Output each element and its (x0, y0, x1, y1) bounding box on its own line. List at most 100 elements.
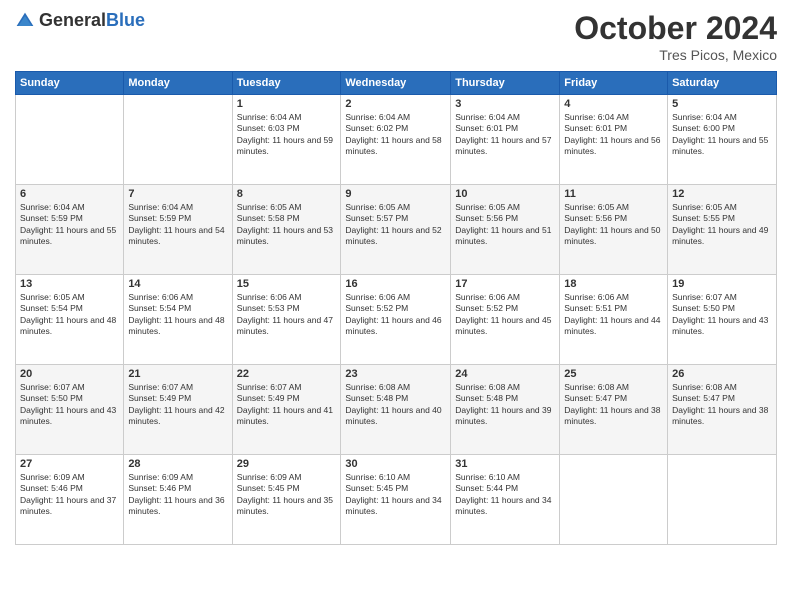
table-row: 21 Sunrise: 6:07 AM Sunset: 5:49 PM Dayli… (124, 365, 232, 455)
table-row: 25Sunrise: 6:08 AM Sunset: 5:47 PM Dayli… (560, 365, 668, 455)
table-row: 16 Sunrise: 6:06 AM Sunset: 5:52 PM Dayli… (341, 275, 451, 365)
day-info: Sunrise: 6:04 AM Sunset: 5:59 PM Dayligh… (20, 202, 119, 248)
day-info: Sunrise: 6:04 AM Sunset: 6:01 PM Dayligh… (455, 112, 555, 158)
table-row: 12 Sunrise: 6:05 AM Sunset: 5:55 PM Dayli… (668, 185, 777, 275)
day-number: 1 (237, 98, 337, 110)
day-info: Sunrise: 6:07 AM Sunset: 5:49 PM Dayligh… (237, 382, 337, 428)
table-row: 4 Sunrise: 6:04 AM Sunset: 6:01 PM Daylig… (560, 95, 668, 185)
day-number: 24 (455, 368, 555, 380)
day-number: 22 (237, 368, 337, 380)
day-info: Sunrise: 6:07 AM Sunset: 5:49 PM Dayligh… (128, 382, 227, 428)
calendar-header-row: Sunday Monday Tuesday Wednesday Thursday… (16, 72, 777, 95)
col-friday: Friday (560, 72, 668, 95)
day-number: 27 (20, 458, 119, 470)
day-number: 8 (237, 188, 337, 200)
table-row: 1Sunrise: 6:04 AM Sunset: 6:03 PM Daylig… (232, 95, 341, 185)
table-row: 18 Sunrise: 6:06 AM Sunset: 5:51 PM Dayli… (560, 275, 668, 365)
day-info: Sunrise: 6:08 AM Sunset: 5:48 PM Dayligh… (345, 382, 446, 428)
calendar-week-row: 1Sunrise: 6:04 AM Sunset: 6:03 PM Daylig… (16, 95, 777, 185)
table-row: 2 Sunrise: 6:04 AM Sunset: 6:02 PM Daylig… (341, 95, 451, 185)
day-number: 4 (564, 98, 663, 110)
day-info: Sunrise: 6:05 AM Sunset: 5:56 PM Dayligh… (455, 202, 555, 248)
day-number: 13 (20, 278, 119, 290)
table-row: 8 Sunrise: 6:05 AM Sunset: 5:58 PM Daylig… (232, 185, 341, 275)
day-number: 30 (345, 458, 446, 470)
table-row: 13 Sunrise: 6:05 AM Sunset: 5:54 PM Dayli… (16, 275, 124, 365)
logo: GeneralBlue (15, 10, 145, 31)
col-thursday: Thursday (451, 72, 560, 95)
day-number: 5 (672, 98, 772, 110)
day-info: Sunrise: 6:08 AM Sunset: 5:48 PM Dayligh… (455, 382, 555, 428)
col-sunday: Sunday (16, 72, 124, 95)
calendar-week-row: 6Sunrise: 6:04 AM Sunset: 5:59 PM Daylig… (16, 185, 777, 275)
day-info: Sunrise: 6:04 AM Sunset: 6:01 PM Dayligh… (564, 112, 663, 158)
location: Tres Picos, Mexico (574, 47, 777, 63)
title-block: October 2024 Tres Picos, Mexico (574, 10, 777, 63)
day-number: 12 (672, 188, 772, 200)
table-row: 17 Sunrise: 6:06 AM Sunset: 5:52 PM Dayli… (451, 275, 560, 365)
calendar-week-row: 27 Sunrise: 6:09 AM Sunset: 5:46 PM Dayli… (16, 455, 777, 545)
day-info: Sunrise: 6:05 AM Sunset: 5:56 PM Dayligh… (564, 202, 663, 248)
table-row: 9Sunrise: 6:05 AM Sunset: 5:57 PM Daylig… (341, 185, 451, 275)
day-number: 10 (455, 188, 555, 200)
table-row: 20Sunrise: 6:07 AM Sunset: 5:50 PM Dayli… (16, 365, 124, 455)
day-number: 28 (128, 458, 227, 470)
month-title: October 2024 (574, 10, 777, 47)
table-row (560, 455, 668, 545)
page-container: GeneralBlue October 2024 Tres Picos, Mex… (0, 0, 792, 612)
day-info: Sunrise: 6:07 AM Sunset: 5:50 PM Dayligh… (672, 292, 772, 338)
day-info: Sunrise: 6:06 AM Sunset: 5:51 PM Dayligh… (564, 292, 663, 338)
header: GeneralBlue October 2024 Tres Picos, Mex… (15, 10, 777, 63)
day-number: 17 (455, 278, 555, 290)
day-info: Sunrise: 6:05 AM Sunset: 5:58 PM Dayligh… (237, 202, 337, 248)
logo-icon (15, 11, 35, 31)
table-row: 19 Sunrise: 6:07 AM Sunset: 5:50 PM Dayli… (668, 275, 777, 365)
day-info: Sunrise: 6:05 AM Sunset: 5:57 PM Dayligh… (345, 202, 446, 248)
table-row: 22 Sunrise: 6:07 AM Sunset: 5:49 PM Dayli… (232, 365, 341, 455)
col-wednesday: Wednesday (341, 72, 451, 95)
table-row: 24 Sunrise: 6:08 AM Sunset: 5:48 PM Dayli… (451, 365, 560, 455)
day-number: 3 (455, 98, 555, 110)
day-info: Sunrise: 6:04 AM Sunset: 6:02 PM Dayligh… (345, 112, 446, 158)
day-info: Sunrise: 6:05 AM Sunset: 5:54 PM Dayligh… (20, 292, 119, 338)
day-info: Sunrise: 6:08 AM Sunset: 5:47 PM Dayligh… (672, 382, 772, 428)
day-number: 16 (345, 278, 446, 290)
table-row (124, 95, 232, 185)
col-monday: Monday (124, 72, 232, 95)
logo-text: GeneralBlue (39, 10, 145, 31)
day-info: Sunrise: 6:06 AM Sunset: 5:54 PM Dayligh… (128, 292, 227, 338)
table-row: 23 Sunrise: 6:08 AM Sunset: 5:48 PM Dayli… (341, 365, 451, 455)
day-info: Sunrise: 6:09 AM Sunset: 5:45 PM Dayligh… (237, 472, 337, 518)
day-number: 21 (128, 368, 227, 380)
table-row: 5 Sunrise: 6:04 AM Sunset: 6:00 PM Daylig… (668, 95, 777, 185)
calendar-week-row: 20Sunrise: 6:07 AM Sunset: 5:50 PM Dayli… (16, 365, 777, 455)
day-info: Sunrise: 6:06 AM Sunset: 5:52 PM Dayligh… (345, 292, 446, 338)
day-number: 7 (128, 188, 227, 200)
table-row (668, 455, 777, 545)
day-info: Sunrise: 6:09 AM Sunset: 5:46 PM Dayligh… (128, 472, 227, 518)
day-info: Sunrise: 6:05 AM Sunset: 5:55 PM Dayligh… (672, 202, 772, 248)
table-row: 7 Sunrise: 6:04 AM Sunset: 5:59 PM Daylig… (124, 185, 232, 275)
calendar-table: Sunday Monday Tuesday Wednesday Thursday… (15, 71, 777, 545)
table-row: 30Sunrise: 6:10 AM Sunset: 5:45 PM Dayli… (341, 455, 451, 545)
day-number: 19 (672, 278, 772, 290)
day-info: Sunrise: 6:06 AM Sunset: 5:52 PM Dayligh… (455, 292, 555, 338)
day-number: 14 (128, 278, 227, 290)
day-info: Sunrise: 6:07 AM Sunset: 5:50 PM Dayligh… (20, 382, 119, 428)
col-saturday: Saturday (668, 72, 777, 95)
calendar-week-row: 13 Sunrise: 6:05 AM Sunset: 5:54 PM Dayli… (16, 275, 777, 365)
day-info: Sunrise: 6:04 AM Sunset: 5:59 PM Dayligh… (128, 202, 227, 248)
day-info: Sunrise: 6:06 AM Sunset: 5:53 PM Dayligh… (237, 292, 337, 338)
day-info: Sunrise: 6:10 AM Sunset: 5:44 PM Dayligh… (455, 472, 555, 518)
day-info: Sunrise: 6:04 AM Sunset: 6:00 PM Dayligh… (672, 112, 772, 158)
day-number: 29 (237, 458, 337, 470)
table-row: 6Sunrise: 6:04 AM Sunset: 5:59 PM Daylig… (16, 185, 124, 275)
day-number: 15 (237, 278, 337, 290)
table-row: 28 Sunrise: 6:09 AM Sunset: 5:46 PM Dayli… (124, 455, 232, 545)
table-row: 29 Sunrise: 6:09 AM Sunset: 5:45 PM Dayli… (232, 455, 341, 545)
day-number: 2 (345, 98, 446, 110)
table-row: 11Sunrise: 6:05 AM Sunset: 5:56 PM Dayli… (560, 185, 668, 275)
table-row: 26Sunrise: 6:08 AM Sunset: 5:47 PM Dayli… (668, 365, 777, 455)
day-number: 18 (564, 278, 663, 290)
day-number: 23 (345, 368, 446, 380)
